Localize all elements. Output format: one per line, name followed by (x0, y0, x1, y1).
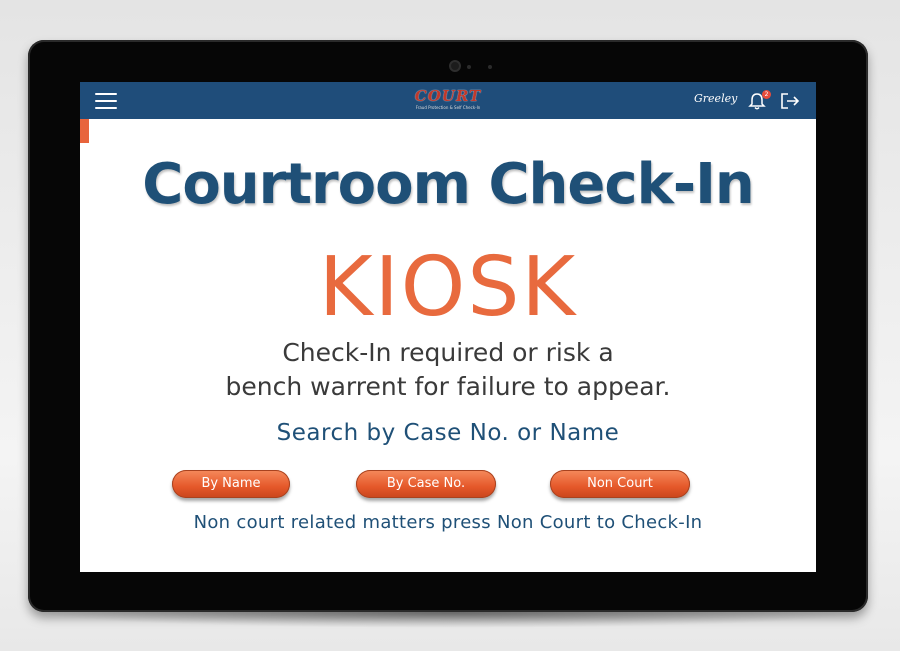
search-label: Search by Case No. or Name (276, 420, 620, 446)
non-court-instructions: Non court related matters press Non Cour… (193, 512, 703, 533)
logo-tagline: Fraud Protection & Self Check-In (415, 105, 481, 110)
kiosk-screen: COURT Fraud Protection & Self Check-In G… (80, 82, 816, 572)
by-case-number-button[interactable]: By Case No. (356, 470, 496, 498)
notification-badge: 2 (762, 90, 771, 99)
kiosk-heading: KIOSK (318, 240, 578, 335)
logo-text: COURT (414, 87, 482, 105)
warning-line-1: Check-In required or risk a (282, 338, 614, 367)
sensor-dot (488, 65, 492, 69)
city-logo: Greeley (694, 92, 738, 105)
by-name-button[interactable]: By Name (172, 470, 290, 498)
accent-bar (80, 119, 89, 143)
camera-icon (449, 60, 461, 72)
warning-line-2: bench warrent for failure to appear. (225, 372, 671, 401)
logout-icon[interactable] (779, 91, 801, 111)
checkin-warning: Check-In required or risk a bench warren… (80, 336, 816, 404)
court-logo: COURT Fraud Protection & Self Check-In (408, 88, 488, 114)
top-navigation-bar: COURT Fraud Protection & Self Check-In G… (80, 82, 816, 119)
non-court-button[interactable]: Non Court (550, 470, 690, 498)
menu-icon[interactable] (95, 93, 117, 109)
page-title: Courtroom Check-In (142, 152, 755, 217)
sensor-dot (467, 65, 471, 69)
